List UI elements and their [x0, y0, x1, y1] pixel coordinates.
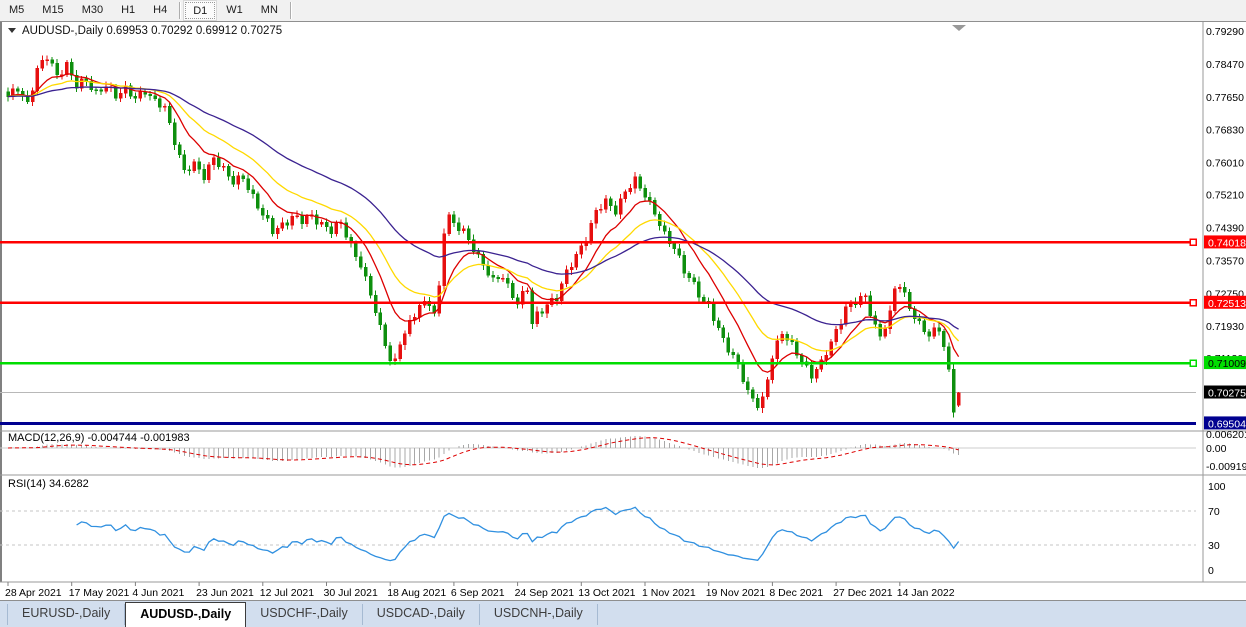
svg-text:24 Sep 2021: 24 Sep 2021 — [515, 587, 575, 599]
svg-text:0.00: 0.00 — [1206, 443, 1227, 455]
chart-title: AUDUSD-,Daily 0.69953 0.70292 0.69912 0.… — [22, 25, 282, 37]
svg-text:70: 70 — [1208, 506, 1220, 518]
chart-title-group: AUDUSD-,Daily 0.69953 0.70292 0.69912 0.… — [8, 25, 282, 37]
svg-text:-0.009197: -0.009197 — [1206, 461, 1246, 473]
svg-text:19 Nov 2021: 19 Nov 2021 — [706, 587, 766, 599]
rsi-label-group: RSI(14) 34.6282 — [8, 478, 89, 490]
timeframe-button-w1[interactable]: W1 — [217, 0, 252, 21]
svg-text:0.71009: 0.71009 — [1208, 358, 1246, 370]
timeframe-button-m15[interactable]: M15 — [33, 0, 72, 21]
tab-usdcnh[interactable]: USDCNH-,Daily — [480, 604, 598, 625]
svg-text:0.78470: 0.78470 — [1206, 59, 1244, 71]
price-line-badge: 0.74018 — [1204, 235, 1246, 249]
timeframe-button-m5[interactable]: M5 — [0, 0, 33, 21]
price-line-badge: 0.72513 — [1204, 295, 1246, 310]
toolbar-separator — [289, 2, 291, 19]
timeframe-button-h4[interactable]: H4 — [144, 0, 176, 21]
svg-text:0.70275: 0.70275 — [1208, 388, 1246, 400]
timeframe-button-d1[interactable]: D1 — [183, 0, 218, 21]
macd-label: MACD(12,26,9) -0.004744 -0.001983 — [8, 432, 190, 444]
rsi-label: RSI(14) 34.6282 — [8, 478, 89, 490]
tab-eurusd[interactable]: EURUSD-,Daily — [7, 604, 126, 625]
svg-text:0.71930: 0.71930 — [1206, 321, 1244, 333]
svg-text:100: 100 — [1208, 481, 1226, 493]
svg-text:23 Jun 2021: 23 Jun 2021 — [196, 587, 254, 599]
svg-text:12 Jul 2021: 12 Jul 2021 — [260, 587, 314, 599]
svg-text:27 Dec 2021: 27 Dec 2021 — [833, 587, 893, 599]
svg-text:0.69504: 0.69504 — [1208, 418, 1246, 430]
svg-text:1 Nov 2021: 1 Nov 2021 — [642, 587, 696, 599]
price-line-badge: 0.69504 — [1204, 416, 1246, 430]
svg-text:13 Oct 2021: 13 Oct 2021 — [578, 587, 635, 599]
svg-text:30: 30 — [1208, 540, 1220, 552]
tab-usdcad[interactable]: USDCAD-,Daily — [363, 604, 480, 625]
candlestick-chart[interactable]: 0.79290 0.78470 0.77650 0.76830 0.76010 0.752… — [0, 22, 1246, 600]
svg-text:28 Apr 2021: 28 Apr 2021 — [5, 587, 62, 599]
svg-text:0.73570: 0.73570 — [1206, 255, 1244, 267]
svg-text:0.75210: 0.75210 — [1206, 190, 1244, 202]
svg-text:0.006201: 0.006201 — [1206, 429, 1246, 441]
svg-text:0.77650: 0.77650 — [1206, 92, 1244, 104]
timeframe-button-mn[interactable]: MN — [252, 0, 287, 21]
timeframe-button-h1[interactable]: H1 — [112, 0, 144, 21]
price-line-badge: 0.71009 — [1204, 356, 1246, 370]
tab-usdchf[interactable]: USDCHF-,Daily — [246, 604, 363, 625]
symbol-tabbar: EURUSD-,Daily AUDUSD-,Daily USDCHF-,Dail… — [0, 600, 1246, 627]
timeframe-button-m30[interactable]: M30 — [73, 0, 112, 21]
chart-area[interactable]: 0.79290 0.78470 0.77650 0.76830 0.76010 0.752… — [0, 22, 1246, 600]
svg-text:30 Jul 2021: 30 Jul 2021 — [324, 587, 378, 599]
svg-text:0.72513: 0.72513 — [1208, 298, 1246, 310]
svg-text:0.74018: 0.74018 — [1208, 237, 1246, 249]
svg-text:4 Jun 2021: 4 Jun 2021 — [132, 587, 184, 599]
timeframe-toolbar: M5 M15 M30 H1 H4 D1 W1 MN — [0, 0, 1246, 22]
current-price-badge: 0.70275 — [1204, 385, 1246, 400]
svg-text:0: 0 — [1208, 565, 1214, 577]
svg-text:14 Jan 2022: 14 Jan 2022 — [897, 587, 955, 599]
svg-text:0.79290: 0.79290 — [1206, 26, 1244, 38]
tab-audusd[interactable]: AUDUSD-,Daily — [125, 602, 247, 627]
svg-text:0.74390: 0.74390 — [1206, 223, 1244, 235]
svg-text:0.76010: 0.76010 — [1206, 158, 1244, 170]
svg-text:0.76830: 0.76830 — [1206, 125, 1244, 137]
macd-label-group: MACD(12,26,9) -0.004744 -0.001983 — [8, 432, 190, 444]
svg-text:18 Aug 2021: 18 Aug 2021 — [387, 587, 446, 599]
svg-text:8 Dec 2021: 8 Dec 2021 — [769, 587, 823, 599]
svg-text:6 Sep 2021: 6 Sep 2021 — [451, 587, 505, 599]
svg-text:17 May 2021: 17 May 2021 — [69, 587, 130, 599]
toolbar-separator — [179, 2, 181, 19]
